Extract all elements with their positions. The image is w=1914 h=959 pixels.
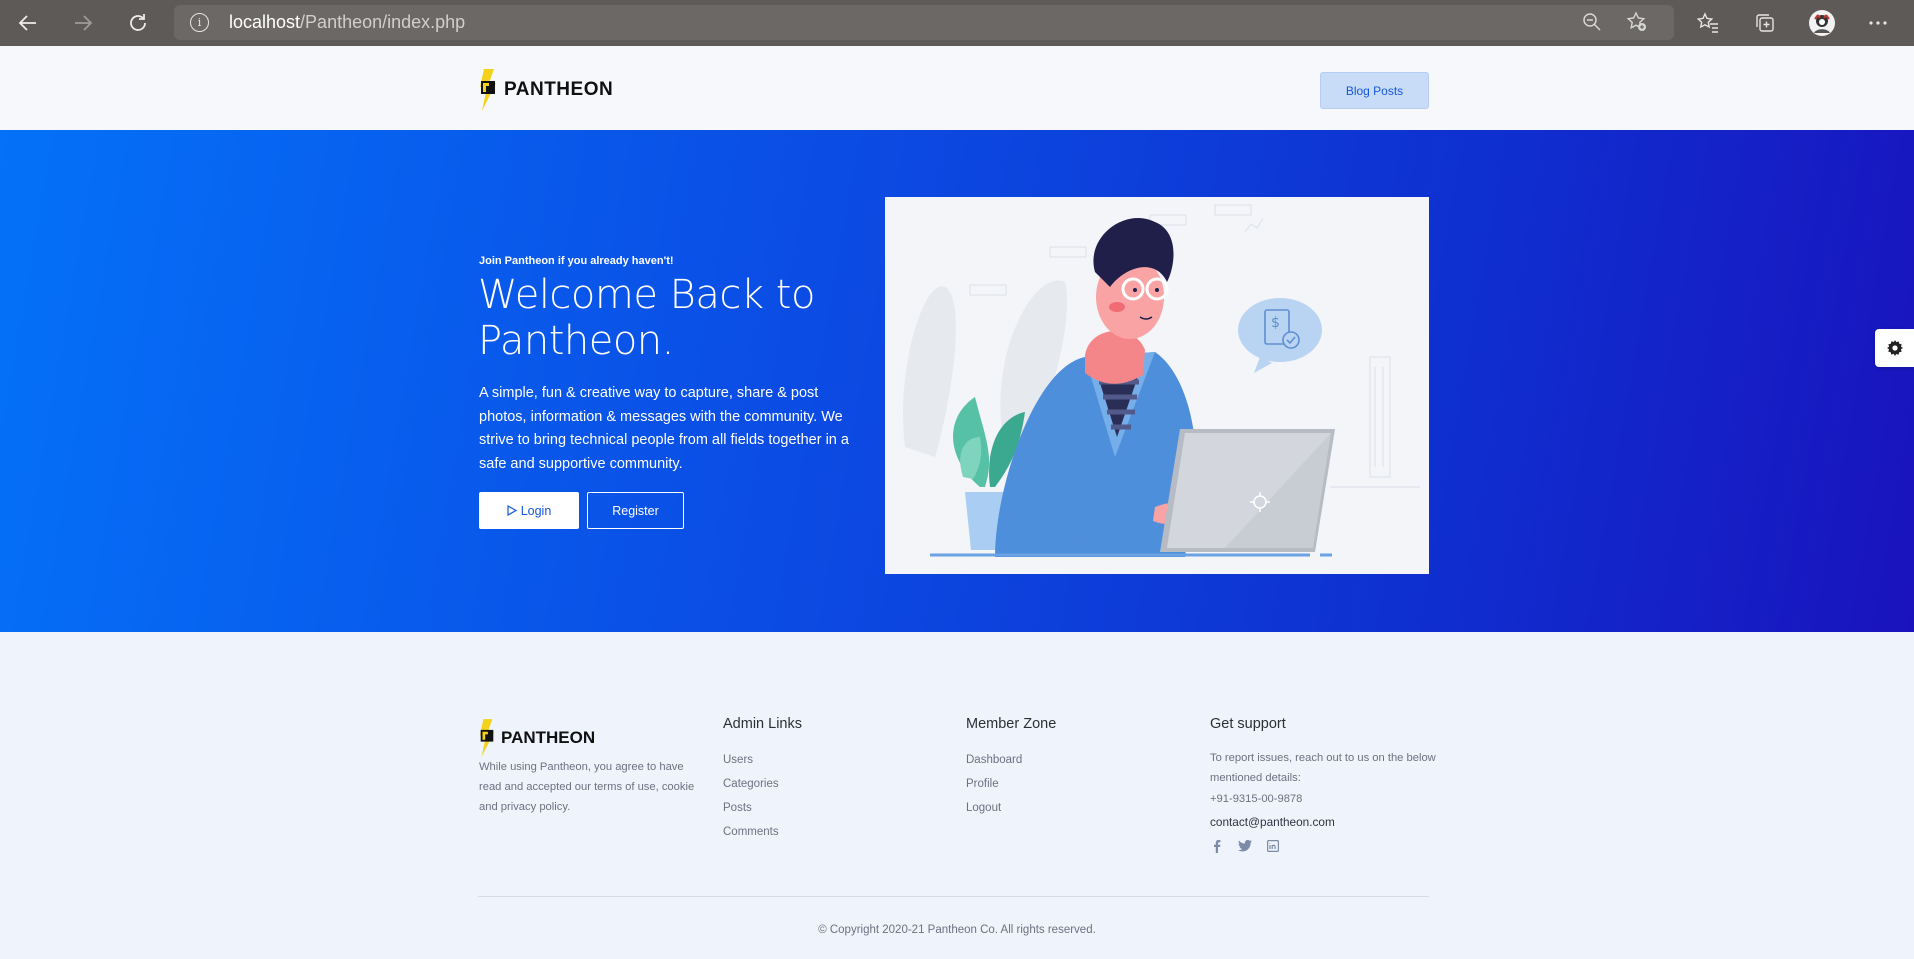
footer-link-dashboard[interactable]: Dashboard xyxy=(966,748,1056,772)
support-heading: Get support xyxy=(1210,716,1286,732)
social-links xyxy=(1210,839,1440,853)
hero-section: Join Pantheon if you already haven't! We… xyxy=(0,130,1914,632)
support-email-link[interactable]: contact@pantheon.com xyxy=(1210,815,1440,829)
bolt-logo-icon xyxy=(480,69,496,111)
footer-link-profile[interactable]: Profile xyxy=(966,772,1056,796)
settings-gear-button[interactable] xyxy=(1875,329,1914,367)
hero-illustration: $ xyxy=(885,197,1429,574)
brand-name: PANTHEON xyxy=(504,79,614,100)
svg-text:$: $ xyxy=(1271,315,1280,331)
footer-about-text: While using Pantheon, you agree to have … xyxy=(479,761,695,813)
gear-icon xyxy=(1886,340,1903,356)
reload-icon[interactable] xyxy=(120,5,156,41)
brand-logo[interactable]: PANTHEON xyxy=(478,69,613,111)
site-info-icon[interactable]: i xyxy=(190,13,209,32)
footer-divider xyxy=(478,896,1429,897)
copyright-text: © Copyright 2020-21 Pantheon Co. All rig… xyxy=(818,924,1096,936)
member-zone-column: Member Zone Dashboard Profile Logout xyxy=(966,716,1056,820)
support-column: Get support To report issues, reach out … xyxy=(1210,716,1440,853)
site-footer: PANTHEON While using Pantheon, you agree… xyxy=(0,632,1914,959)
linkedin-icon[interactable] xyxy=(1266,839,1280,853)
hero-kicker: Join Pantheon if you already haven't! xyxy=(479,255,674,267)
more-icon[interactable] xyxy=(1863,8,1893,38)
profile-avatar[interactable] xyxy=(1807,8,1837,38)
register-button[interactable]: Register xyxy=(587,492,684,529)
hero-description: A simple, fun & creative way to capture,… xyxy=(479,385,849,472)
browser-toolbar: i localhost/Pantheon/index.php xyxy=(0,0,1914,46)
back-icon[interactable] xyxy=(10,5,46,41)
support-phone: +91-9315-00-9878 xyxy=(1210,793,1303,805)
footer-brand-name: PANTHEON xyxy=(501,728,596,747)
zoom-out-icon[interactable] xyxy=(1582,12,1602,36)
bolt-logo-icon xyxy=(479,719,495,757)
admin-links-heading: Admin Links xyxy=(723,716,802,732)
play-icon xyxy=(507,505,517,516)
login-label: Login xyxy=(520,503,552,518)
add-favorite-icon[interactable] xyxy=(1626,11,1648,37)
footer-link-categories[interactable]: Categories xyxy=(723,772,802,796)
hero-title: Welcome Back to Pantheon. xyxy=(478,272,815,364)
url-text[interactable]: localhost/Pantheon/index.php xyxy=(229,12,465,33)
address-bar[interactable]: i localhost/Pantheon/index.php xyxy=(174,5,1674,40)
twitter-icon[interactable] xyxy=(1238,839,1252,853)
favorites-icon[interactable] xyxy=(1693,8,1723,38)
collections-icon[interactable] xyxy=(1750,8,1780,38)
forward-icon[interactable] xyxy=(65,5,101,41)
support-text: To report issues, reach out to us on the… xyxy=(1210,752,1436,784)
footer-brand-logo[interactable]: PANTHEON xyxy=(478,719,595,757)
blog-posts-button[interactable]: Blog Posts xyxy=(1320,72,1429,109)
footer-link-users[interactable]: Users xyxy=(723,748,802,772)
site-header: PANTHEON Blog Posts xyxy=(0,46,1914,130)
footer-link-comments[interactable]: Comments xyxy=(723,820,802,844)
facebook-icon[interactable] xyxy=(1210,839,1224,853)
member-zone-heading: Member Zone xyxy=(966,716,1057,732)
url-host: localhost xyxy=(229,12,301,32)
login-button[interactable]: Login xyxy=(479,492,579,529)
footer-link-posts[interactable]: Posts xyxy=(723,796,802,820)
url-path: /Pantheon/index.php xyxy=(300,12,466,32)
admin-links-column: Admin Links Users Categories Posts Comme… xyxy=(723,716,802,844)
footer-link-logout[interactable]: Logout xyxy=(966,796,1056,820)
